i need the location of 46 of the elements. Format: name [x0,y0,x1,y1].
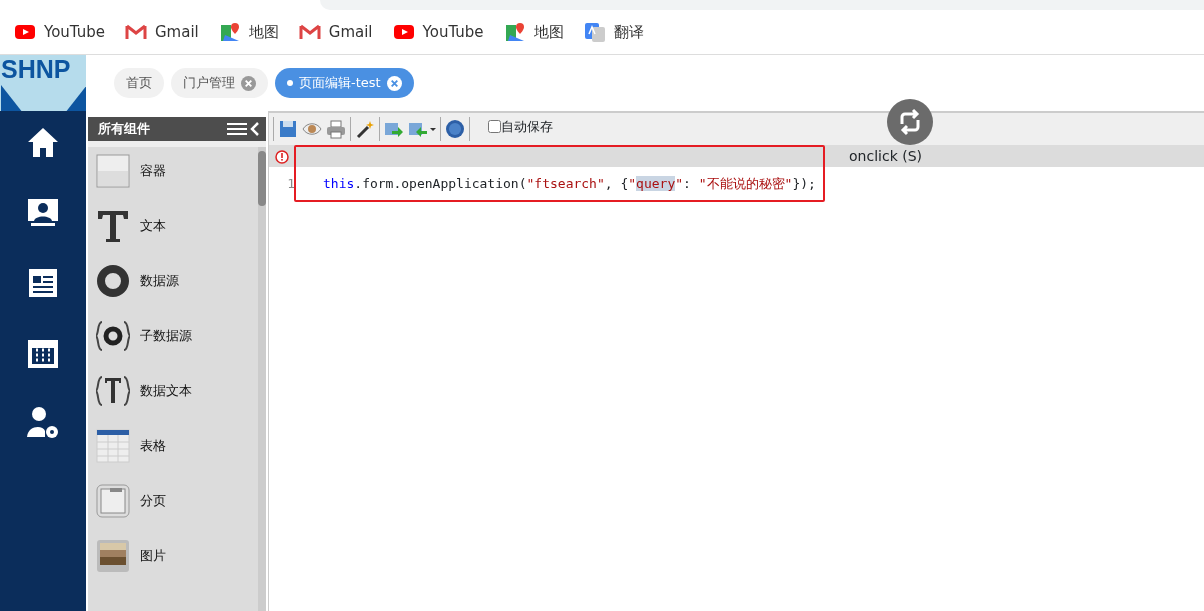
bookmark-link[interactable]: Gmail [298,20,373,44]
dot-icon [287,80,293,86]
event-label: onclick (S) [849,146,922,166]
photo-icon[interactable] [96,539,130,573]
bookmark-link[interactable]: 地图 [503,20,564,44]
bookmark-link[interactable]: YouTube [392,20,484,44]
component-label[interactable]: 数据文本 [140,381,192,401]
component-label[interactable]: 表格 [140,436,166,456]
menu-icon[interactable] [226,122,247,136]
collapse-icon[interactable] [250,122,260,136]
bookmark-link[interactable]: 地图 [218,20,279,44]
tab[interactable]: 首页 [114,68,164,98]
map-pin-icon [503,21,526,43]
bookmark-link[interactable]: 翻译 [583,20,644,44]
autosave-checkbox[interactable]: 自动保存 [488,117,553,137]
line-number: 1 [286,175,295,193]
panel-title: 所有组件 [98,120,150,139]
bookmark-link[interactable]: Gmail [125,20,199,44]
braced-ring-icon[interactable] [96,319,130,353]
tab[interactable]: 门户管理 [171,68,268,98]
refresh-icon[interactable] [900,108,920,136]
printer-icon[interactable] [326,119,346,139]
table-icon[interactable] [96,429,130,463]
component-label[interactable]: 分页 [140,491,166,511]
ring-icon[interactable] [96,264,130,298]
translate-icon [583,21,606,43]
tab-window-icon[interactable] [96,484,130,518]
close-icon[interactable] [241,75,256,91]
map-pin-icon [218,21,241,43]
checkbox[interactable] [488,120,501,134]
code-line: this.form.openApplication("ftsearch", {"query": "不能说的秘密"}); [323,175,816,193]
component-label[interactable]: 容器 [140,161,166,181]
text-icon[interactable] [96,209,130,243]
component-label[interactable]: 数据源 [140,271,179,291]
close-icon[interactable] [386,75,402,91]
logo: SHNP [0,55,86,111]
component-label[interactable]: 文本 [140,216,166,236]
braced-text-icon[interactable] [96,374,130,408]
component-label[interactable]: 图片 [140,546,166,566]
refresh-button[interactable] [887,99,933,145]
save-icon[interactable] [278,119,298,139]
scrollbar[interactable] [258,147,266,611]
user-gear-icon[interactable] [25,405,61,441]
component-label[interactable]: 子数据源 [140,326,192,346]
bookmark-link[interactable]: YouTube [14,20,105,44]
magic-wand-icon[interactable] [355,119,375,139]
